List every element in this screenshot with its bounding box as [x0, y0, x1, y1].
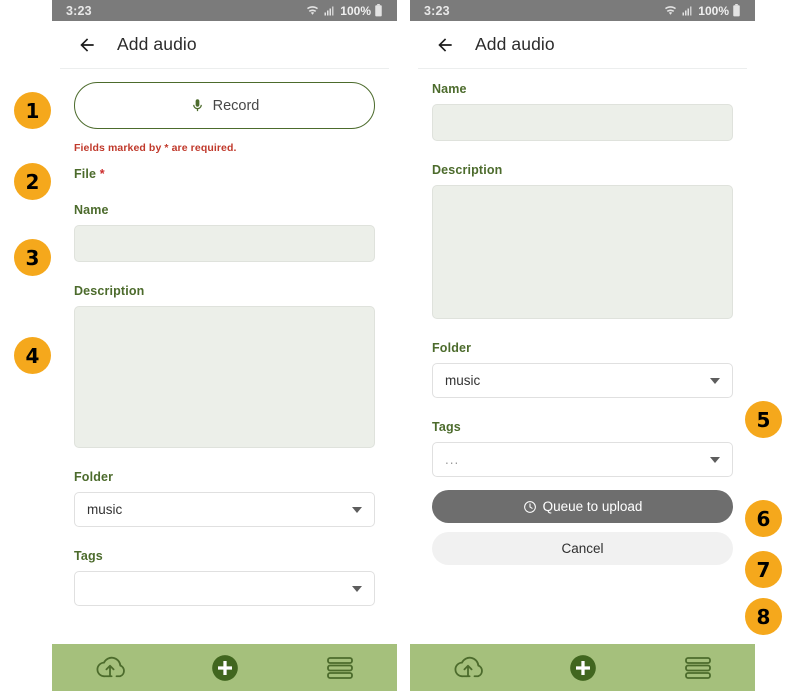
folder-select-value: music	[87, 502, 123, 517]
tags-label: Tags	[432, 420, 461, 434]
phone-screen-left: 3:23 100% Add audio Record Fields marked…	[52, 0, 397, 700]
chevron-down-icon	[352, 585, 362, 592]
app-bar-divider	[60, 68, 389, 69]
chevron-down-icon	[710, 456, 720, 463]
callout-badge-4: 4	[14, 337, 51, 374]
battery-percent-label: 100%	[698, 3, 729, 18]
status-bar-left: 3:23 100%	[52, 0, 397, 21]
folder-select[interactable]: music	[432, 363, 733, 398]
page-title: Add audio	[117, 34, 197, 54]
battery-percent-label: 100%	[340, 3, 371, 18]
record-button-label: Record	[212, 97, 260, 114]
battery-icon	[733, 4, 740, 17]
menu-list-icon	[684, 656, 711, 679]
description-label: Description	[432, 163, 503, 177]
callout-badge-2: 2	[14, 163, 51, 200]
folder-label: Folder	[74, 470, 114, 484]
folder-select-value: music	[445, 373, 481, 388]
form-body-right: Name Description Folder music Tags ... Q…	[410, 82, 755, 565]
cloud-upload-icon	[454, 656, 483, 677]
folder-select[interactable]: music	[74, 492, 375, 527]
name-label: Name	[74, 203, 109, 217]
back-arrow-icon[interactable]	[434, 34, 456, 56]
page-title: Add audio	[475, 34, 555, 54]
file-label-text: File	[74, 167, 97, 181]
queue-to-upload-button[interactable]: Queue to upload	[432, 490, 733, 523]
tags-select[interactable]: ...	[432, 442, 733, 477]
cancel-button-label: Cancel	[561, 541, 604, 556]
folder-label: Folder	[432, 341, 472, 355]
form-body-left: Record Fields marked by * are required. …	[52, 82, 397, 606]
phone-screen-right: 3:23 100% Add audio Name Description Fol…	[410, 0, 755, 700]
battery-icon	[375, 4, 382, 17]
add-plus-icon	[569, 654, 596, 681]
record-button[interactable]: Record	[74, 82, 375, 129]
queue-to-upload-label: Queue to upload	[542, 499, 643, 514]
cancel-button[interactable]: Cancel	[432, 532, 733, 565]
file-label: File *	[74, 167, 375, 181]
wifi-icon	[665, 5, 677, 15]
cellular-signal-icon	[324, 6, 334, 15]
nav-add[interactable]	[195, 648, 255, 688]
status-indicators: 100%	[663, 4, 741, 18]
chevron-down-icon	[710, 377, 720, 384]
add-plus-icon	[211, 654, 238, 681]
bottom-nav-right	[410, 644, 755, 691]
nav-cloud-upload[interactable]	[80, 648, 140, 688]
app-bar-right: Add audio	[410, 21, 755, 68]
back-arrow-icon[interactable]	[76, 34, 98, 56]
cloud-upload-icon	[96, 656, 125, 677]
status-indicators: 100%	[305, 4, 383, 18]
status-time: 3:23	[424, 3, 450, 18]
tags-select[interactable]	[74, 571, 375, 606]
microphone-icon	[192, 99, 202, 112]
nav-menu[interactable]	[310, 648, 370, 688]
name-input[interactable]	[432, 104, 733, 141]
description-textarea[interactable]	[432, 185, 733, 319]
tags-label: Tags	[74, 549, 103, 563]
tags-select-value: ...	[445, 452, 460, 467]
status-bar-right: 3:23 100%	[410, 0, 755, 21]
cellular-signal-icon	[682, 6, 692, 15]
callout-badge-6: 6	[745, 500, 782, 537]
nav-menu[interactable]	[668, 648, 728, 688]
file-required-asterisk: *	[99, 167, 105, 181]
screenshot-stage: 3:23 100% Add audio Record Fields marked…	[0, 0, 800, 700]
status-time: 3:23	[66, 3, 92, 18]
nav-add[interactable]	[553, 648, 613, 688]
menu-list-icon	[326, 656, 353, 679]
app-bar-divider	[418, 68, 747, 69]
wifi-icon	[307, 5, 319, 15]
callout-badge-7: 7	[745, 551, 782, 588]
description-textarea[interactable]	[74, 306, 375, 448]
callout-badge-1: 1	[14, 92, 51, 129]
clock-icon	[523, 500, 536, 513]
bottom-nav-left	[52, 644, 397, 691]
callout-badge-8: 8	[745, 598, 782, 635]
description-label: Description	[74, 284, 145, 298]
nav-cloud-upload[interactable]	[438, 648, 498, 688]
chevron-down-icon	[352, 506, 362, 513]
callout-badge-5: 5	[745, 401, 782, 438]
name-input[interactable]	[74, 225, 375, 262]
app-bar-left: Add audio	[52, 21, 397, 68]
name-label: Name	[432, 82, 467, 96]
callout-badge-3: 3	[14, 239, 51, 276]
required-fields-note: Fields marked by * are required.	[74, 142, 237, 154]
